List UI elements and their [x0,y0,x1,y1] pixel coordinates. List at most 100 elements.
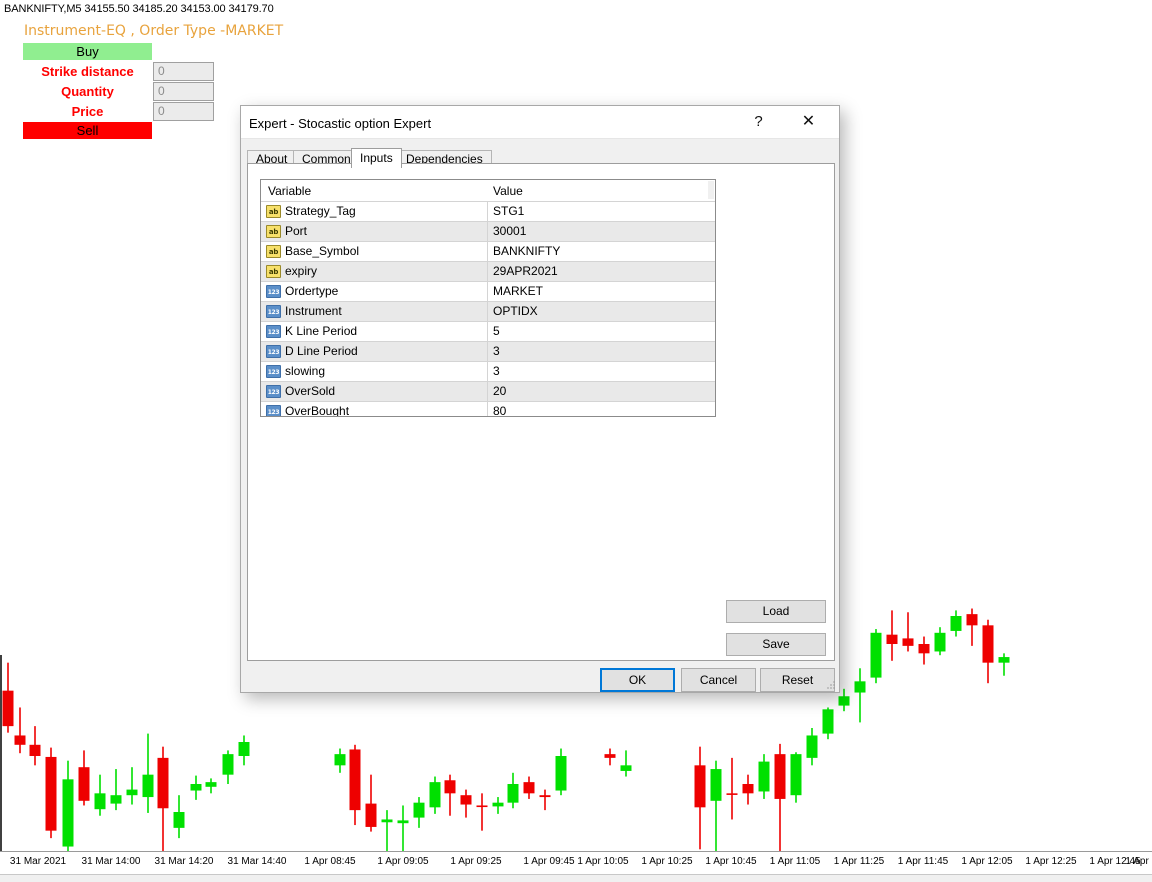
candlestick [806,728,818,766]
candlestick [854,668,866,723]
time-axis-labels: 31 Mar 2021 31 Mar 14:00 31 Mar 14:20 31 Ma… [0,852,1152,874]
ab-string-icon: ab [266,225,281,238]
row-variable-name: Ordertype [285,284,339,298]
expert-properties-dialog[interactable]: Expert - Stocastic option Expert ? ✕ Abo… [240,105,840,693]
row-value[interactable]: 29APR2021 [493,264,558,278]
table-row[interactable]: 123 slowing 3 [261,362,715,382]
resize-grip-icon[interactable] [826,680,836,690]
quantity-input[interactable]: 0 [153,82,214,101]
row-value[interactable]: 5 [493,324,500,338]
dialog-titlebar[interactable]: Expert - Stocastic option Expert ? ✕ [241,106,839,139]
row-value[interactable]: 30001 [493,224,526,238]
row-value[interactable]: BANKNIFTY [493,244,560,258]
dialog-title: Expert - Stocastic option Expert [249,116,432,131]
strike-distance-label: Strike distance [41,64,134,79]
close-icon[interactable]: ✕ [786,106,831,137]
table-row[interactable]: 123 OverSold 20 [261,382,715,402]
help-icon[interactable]: ? [736,106,781,137]
time-axis-tick-label: 1 Apr 10:25 [641,856,693,867]
buy-button[interactable]: Buy [23,43,152,60]
row-value[interactable]: MARKET [493,284,543,298]
column-divider [487,362,488,381]
number-123-icon: 123 [266,385,281,398]
candlestick [238,735,250,766]
number-123-icon: 123 [266,405,281,416]
time-axis-tick-label: 1 Apr 12:25 [1025,856,1077,867]
candlestick [2,662,14,733]
table-row[interactable]: ab Base_Symbol BANKNIFTY [261,242,715,262]
table-row[interactable]: 123 D Line Period 3 [261,342,715,362]
candlestick [110,769,122,811]
candlestick [507,772,519,809]
time-axis-tick-label: 1 Apr 11:25 [833,856,885,867]
row-variable-name: D Line Period [285,344,358,358]
column-divider [487,202,488,221]
chart-time-axis: 31 Mar 2021 31 Mar 14:00 31 Mar 14:20 31 Ma… [0,851,1152,882]
column-divider [487,402,488,416]
table-row[interactable]: 123 OverBought 80 [261,402,715,417]
strike-distance-input[interactable]: 0 [153,62,214,81]
sell-button[interactable]: Sell [23,122,152,139]
table-scrollbar[interactable] [708,181,714,199]
number-123-icon: 123 [266,365,281,378]
candlestick [886,610,898,661]
time-axis-tick-label: 1 Apr 09:05 [377,856,429,867]
candlestick [726,757,738,820]
time-axis-tick-label: 1 Apr 10:05 [577,856,629,867]
row-value[interactable]: 3 [493,364,500,378]
candlestick [173,795,185,839]
candlestick [349,744,361,826]
row-value[interactable]: STG1 [493,204,524,218]
table-row[interactable]: ab expiry 29APR2021 [261,262,715,282]
column-divider [487,222,488,241]
candlestick [45,747,57,839]
reset-button[interactable]: Reset [760,668,835,692]
time-axis-tick-label: 1 Apr 10:45 [705,856,757,867]
time-axis-tick-label: 31 Mar 14:00 [81,856,141,867]
candlestick [902,612,914,652]
cancel-button[interactable]: Cancel [681,668,756,692]
row-variable-name: OverBought [285,404,350,417]
table-row[interactable]: 123 Instrument OPTIDX [261,302,715,322]
ab-string-icon: ab [266,245,281,258]
row-value[interactable]: 80 [493,404,506,416]
load-button[interactable]: Load [726,600,826,623]
column-divider [487,382,488,401]
candlestick [444,774,456,816]
row-variable-name: slowing [285,364,326,378]
table-header-row: Variable Value [261,180,715,202]
column-header-variable: Variable [268,184,312,198]
table-row[interactable]: ab Strategy_Tag STG1 [261,202,715,222]
time-axis-tick-label: 1 Apr 09:45 [523,856,575,867]
candlestick [998,653,1010,676]
row-value[interactable]: 20 [493,384,506,398]
save-button[interactable]: Save [726,633,826,656]
row-value[interactable]: 3 [493,344,500,358]
ok-button[interactable]: OK [600,668,675,692]
time-axis-tick-label: 31 Mar 14:40 [227,856,287,867]
candlestick [142,733,154,813]
time-axis-tick-label: 1 Apr 13:05 [1125,856,1152,867]
candlestick [918,636,930,665]
inputs-table[interactable]: Variable Value ab Strategy_Tag STG1 ab Port 3… [260,179,716,417]
number-123-icon: 123 [266,345,281,358]
candlestick [838,688,850,712]
ab-string-icon: ab [266,205,281,218]
candlestick [397,805,409,851]
candlestick [14,707,26,754]
candlestick [190,775,202,800]
table-row[interactable]: ab Port 30001 [261,222,715,242]
price-label: Price [71,104,104,119]
row-variable-name: K Line Period [285,324,358,338]
price-input[interactable]: 0 [153,102,214,121]
row-value[interactable]: OPTIDX [493,304,538,318]
column-divider [487,262,488,281]
quantity-label: Quantity [61,84,114,99]
candlestick [334,748,346,773]
table-row[interactable]: 123 Ordertype MARKET [261,282,715,302]
tab-inputs[interactable]: Inputs [351,148,402,168]
row-variable-name: OverSold [285,384,336,398]
time-axis-tick-label: 1 Apr 11:45 [897,856,949,867]
table-row[interactable]: 123 K Line Period 5 [261,322,715,342]
candlestick [539,789,551,811]
